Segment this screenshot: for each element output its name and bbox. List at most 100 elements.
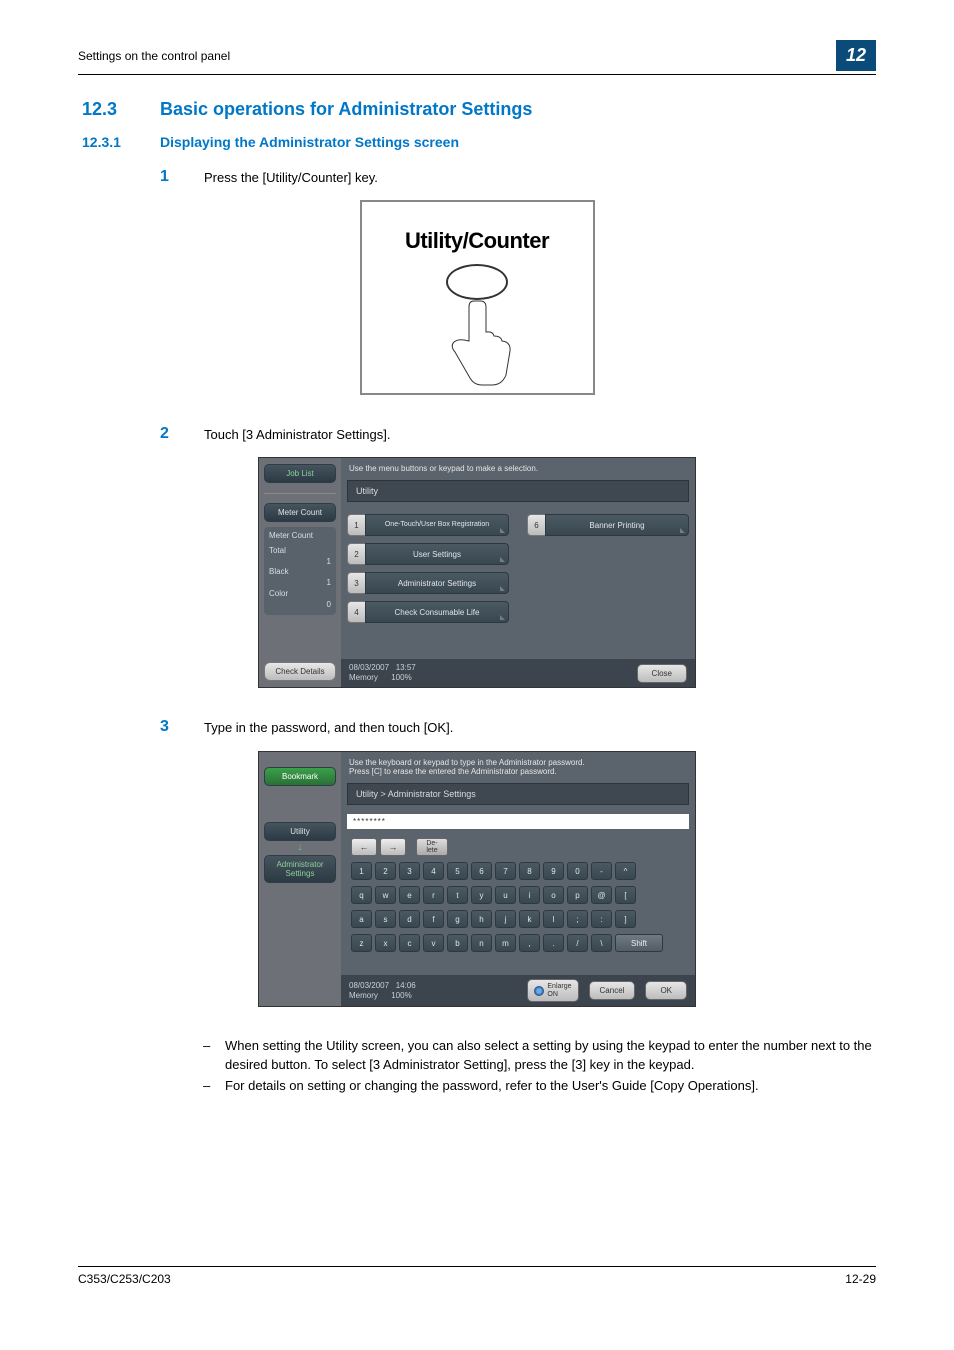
keyboard-key[interactable]: / bbox=[567, 934, 588, 952]
keyboard-key[interactable]: s bbox=[375, 910, 396, 928]
keyboard-key[interactable]: 8 bbox=[519, 862, 540, 880]
keyboard-key[interactable]: . bbox=[543, 934, 564, 952]
menu-index: 6 bbox=[527, 514, 545, 536]
keyboard-key[interactable]: d bbox=[399, 910, 420, 928]
administrator-settings-tab[interactable]: Administrator Settings bbox=[264, 855, 336, 883]
menu-administrator-settings[interactable]: 3 Administrator Settings bbox=[347, 572, 509, 594]
keyboard-key[interactable]: 4 bbox=[423, 862, 444, 880]
keyboard-key[interactable]: w bbox=[375, 886, 396, 904]
keyboard-key[interactable]: \ bbox=[591, 934, 612, 952]
section-heading: 12.3 Basic operations for Administrator … bbox=[82, 99, 876, 120]
step-3: 3 Type in the password, and then touch [… bbox=[160, 718, 876, 736]
keyboard-key[interactable]: 9 bbox=[543, 862, 564, 880]
enlarge-button[interactable]: Enlarge ON bbox=[527, 979, 578, 1002]
arrow-right-key[interactable]: → bbox=[380, 838, 406, 856]
close-button[interactable]: Close bbox=[637, 664, 687, 683]
keyboard-key[interactable]: 5 bbox=[447, 862, 468, 880]
keyboard-key[interactable]: x bbox=[375, 934, 396, 952]
keyboard-key[interactable]: z bbox=[351, 934, 372, 952]
keyboard-key[interactable]: , bbox=[519, 934, 540, 952]
keyboard-key[interactable]: 2 bbox=[375, 862, 396, 880]
keyboard-key[interactable]: y bbox=[471, 886, 492, 904]
keyboard-key[interactable]: 6 bbox=[471, 862, 492, 880]
menu-check-consumable-life[interactable]: 4 Check Consumable Life bbox=[347, 601, 509, 623]
status-mem-value: 100% bbox=[391, 673, 411, 682]
keyboard-key[interactable]: ^ bbox=[615, 862, 636, 880]
page-footer: C353/C253/C203 12-29 bbox=[78, 1266, 876, 1286]
keyboard-key[interactable]: r bbox=[423, 886, 444, 904]
keyboard-key[interactable]: f bbox=[423, 910, 444, 928]
job-list-tab[interactable]: Job List bbox=[264, 464, 336, 483]
bullet-dash: – bbox=[203, 1037, 213, 1075]
utility-tab[interactable]: Utility bbox=[264, 822, 336, 841]
check-details-button[interactable]: Check Details bbox=[264, 662, 336, 681]
keyboard-key[interactable]: [ bbox=[615, 886, 636, 904]
menu-label: Administrator Settings bbox=[365, 572, 509, 594]
left-sidebar: Job List Meter Count Meter Count Total 1… bbox=[259, 458, 341, 687]
keyboard-key[interactable]: c bbox=[399, 934, 420, 952]
shift-key[interactable]: Shift bbox=[615, 934, 663, 952]
status-date: 08/03/2007 bbox=[349, 981, 389, 990]
keyboard-key[interactable]: i bbox=[519, 886, 540, 904]
section-title: Basic operations for Administrator Setti… bbox=[160, 99, 532, 120]
menu-label: User Settings bbox=[365, 543, 509, 565]
menu-index: 2 bbox=[347, 543, 365, 565]
keyboard-key[interactable]: q bbox=[351, 886, 372, 904]
left-sidebar: Bookmark Utility ↓ Administrator Setting… bbox=[259, 752, 341, 1006]
step-number: 3 bbox=[160, 718, 176, 736]
keyboard-key[interactable]: l bbox=[543, 910, 564, 928]
breadcrumb: Utility bbox=[347, 480, 689, 502]
keyboard-key[interactable]: k bbox=[519, 910, 540, 928]
black-label: Black bbox=[269, 567, 289, 578]
status-time: 13:57 bbox=[396, 663, 416, 672]
keyboard-key[interactable]: @ bbox=[591, 886, 612, 904]
keyboard-key[interactable]: v bbox=[423, 934, 444, 952]
total-label: Total bbox=[269, 546, 286, 557]
cancel-button[interactable]: Cancel bbox=[589, 981, 636, 1000]
keyboard-key[interactable]: 1 bbox=[351, 862, 372, 880]
keyboard-key[interactable]: p bbox=[567, 886, 588, 904]
ok-button[interactable]: OK bbox=[645, 981, 687, 1000]
breadcrumb: Utility > Administrator Settings bbox=[347, 783, 689, 805]
keyboard-key[interactable]: 7 bbox=[495, 862, 516, 880]
utility-menu-screen: Job List Meter Count Meter Count Total 1… bbox=[258, 457, 696, 688]
utility-counter-illustration: Utility/Counter bbox=[360, 200, 595, 395]
menu-user-settings[interactable]: 2 User Settings bbox=[347, 543, 509, 565]
meter-title: Meter Count bbox=[269, 531, 331, 542]
keyboard-key[interactable]: m bbox=[495, 934, 516, 952]
keyboard-key[interactable]: h bbox=[471, 910, 492, 928]
subsection-title: Displaying the Administrator Settings sc… bbox=[160, 134, 459, 150]
instruction-text: Use the menu buttons or keypad to make a… bbox=[341, 458, 695, 477]
menu-banner-printing[interactable]: 6 Banner Printing bbox=[527, 514, 689, 536]
menu-one-touch[interactable]: 1 One-Touch/User Box Registration bbox=[347, 514, 509, 536]
status-mem-value: 100% bbox=[391, 991, 411, 1000]
keyboard-key[interactable]: o bbox=[543, 886, 564, 904]
bookmark-tab[interactable]: Bookmark bbox=[264, 767, 336, 786]
keyboard-key[interactable]: ; bbox=[567, 910, 588, 928]
meter-count-tab[interactable]: Meter Count bbox=[264, 503, 336, 522]
password-field[interactable]: ******** bbox=[347, 814, 689, 829]
keyboard-key[interactable]: 0 bbox=[567, 862, 588, 880]
arrow-left-key[interactable]: ← bbox=[351, 838, 377, 856]
utility-counter-button-icon bbox=[446, 264, 508, 300]
keyboard-key[interactable]: j bbox=[495, 910, 516, 928]
delete-key[interactable]: De- lete bbox=[416, 838, 448, 856]
keyboard-key[interactable]: u bbox=[495, 886, 516, 904]
keyboard-key[interactable]: a bbox=[351, 910, 372, 928]
keyboard-key[interactable]: ] bbox=[615, 910, 636, 928]
total-value: 1 bbox=[327, 557, 331, 568]
chapter-badge: 12 bbox=[836, 40, 876, 71]
keyboard-key[interactable]: t bbox=[447, 886, 468, 904]
keyboard-key[interactable]: 3 bbox=[399, 862, 420, 880]
keyboard-key[interactable]: - bbox=[591, 862, 612, 880]
menu-index: 3 bbox=[347, 572, 365, 594]
keyboard-row-1: 1234567890-^ bbox=[341, 859, 695, 883]
keyboard-key[interactable]: e bbox=[399, 886, 420, 904]
keyboard-key[interactable]: b bbox=[447, 934, 468, 952]
keyboard-key[interactable]: n bbox=[471, 934, 492, 952]
keyboard-key[interactable]: : bbox=[591, 910, 612, 928]
subsection-number: 12.3.1 bbox=[82, 134, 132, 150]
keyboard-key[interactable]: g bbox=[447, 910, 468, 928]
step-text: Type in the password, and then touch [OK… bbox=[204, 718, 453, 736]
footer-right: 12-29 bbox=[845, 1272, 876, 1286]
